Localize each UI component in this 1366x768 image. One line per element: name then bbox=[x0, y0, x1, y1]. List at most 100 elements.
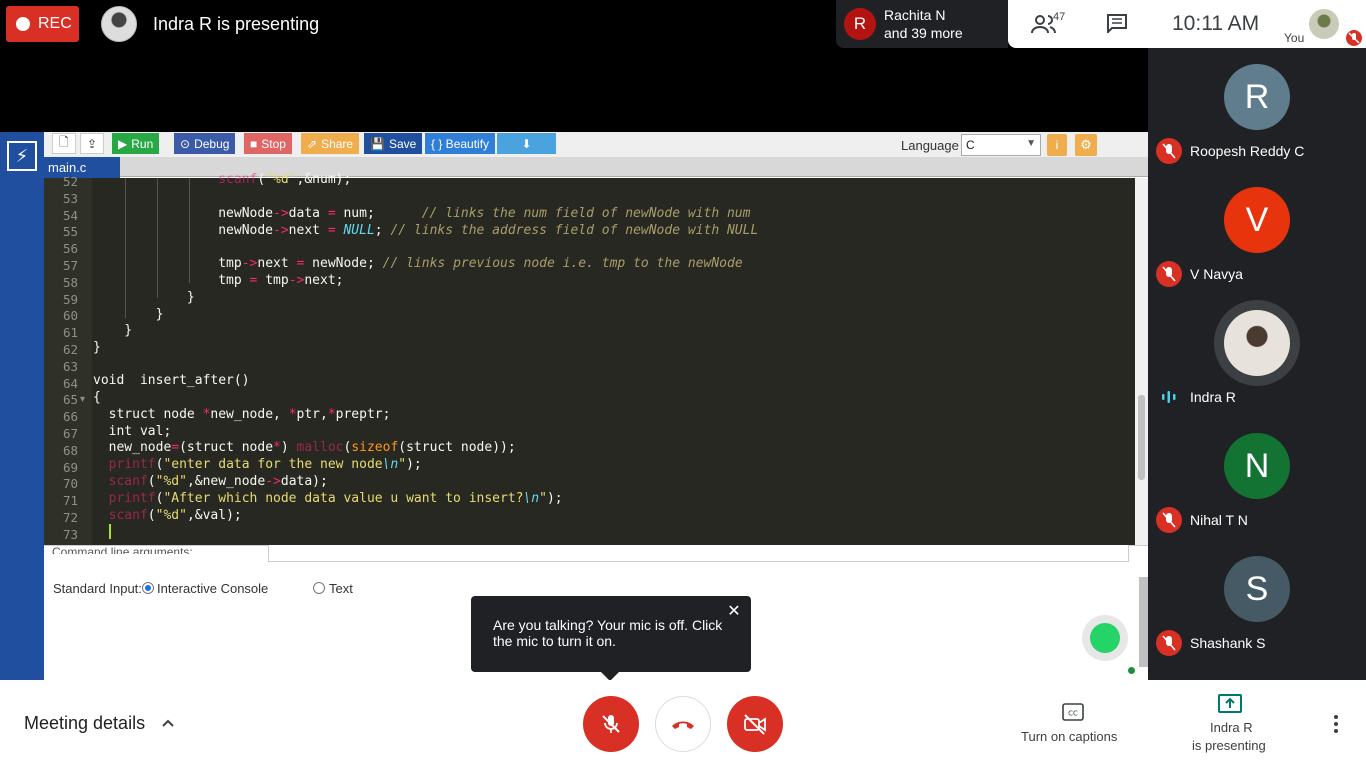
camera-toggle-button[interactable] bbox=[727, 696, 783, 752]
line-number: 60 bbox=[62, 308, 78, 324]
radio-text[interactable] bbox=[313, 582, 325, 594]
mic-off-icon bbox=[1156, 138, 1182, 164]
stop-button[interactable]: ■ Stop bbox=[244, 133, 292, 154]
gear-icon[interactable]: ⚙ bbox=[1075, 134, 1097, 156]
radio-interactive-console[interactable] bbox=[142, 582, 154, 594]
presenting-label-status[interactable]: is presenting bbox=[1192, 738, 1266, 753]
meeting-details-button[interactable]: Meeting details bbox=[24, 713, 145, 734]
speaking-icon bbox=[1162, 391, 1176, 403]
code-line: int val; bbox=[93, 424, 172, 439]
code-line: struct node *new_node, *ptr,*preptr; bbox=[93, 407, 391, 422]
participant-name: Roopesh Reddy C bbox=[1190, 143, 1305, 159]
run-button[interactable]: ▶ Run bbox=[112, 133, 160, 154]
you-label: You bbox=[1284, 31, 1305, 45]
code-line: } bbox=[93, 323, 133, 338]
code-line: tmp->next = newNode; // links previous n… bbox=[93, 256, 743, 271]
fold-arrow-icon[interactable]: ▾ bbox=[80, 394, 85, 405]
stop-icon: ■ bbox=[250, 136, 258, 151]
share-icon: ⇗ bbox=[307, 136, 318, 151]
lightning-icon[interactable]: ⚡ bbox=[7, 141, 37, 171]
code-line: } bbox=[93, 340, 101, 355]
line-number: 56 bbox=[62, 241, 78, 257]
save-icon: 💾 bbox=[370, 136, 385, 151]
beautify-label: { } Beautify bbox=[431, 136, 490, 151]
mic-off-icon bbox=[1156, 507, 1182, 533]
play-icon: ▶ bbox=[118, 136, 128, 151]
line-number: 58 bbox=[62, 274, 78, 290]
code-line: printf("After which node data value u wa… bbox=[108, 491, 563, 506]
mic-off-icon bbox=[1346, 30, 1362, 46]
participant-name: Shashank S bbox=[1190, 635, 1266, 651]
presenting-label-name[interactable]: Indra R bbox=[1210, 720, 1253, 735]
text-cursor bbox=[109, 524, 111, 539]
rachita-avatar: R bbox=[844, 8, 876, 40]
chat-icon[interactable] bbox=[1106, 13, 1128, 33]
stop-label: Stop bbox=[261, 136, 286, 151]
status-dot bbox=[1126, 665, 1137, 676]
self-avatar bbox=[1309, 9, 1339, 39]
code-line: } bbox=[93, 290, 195, 305]
indra-photo-avatar bbox=[1224, 310, 1290, 376]
close-icon[interactable]: ✕ bbox=[726, 604, 742, 620]
save-button[interactable]: 💾 Save bbox=[364, 133, 423, 154]
chevron-up-icon[interactable] bbox=[160, 715, 176, 731]
beautify-button[interactable]: { } Beautify bbox=[425, 133, 496, 154]
code-line: scanf("%d",&new_node->data); bbox=[108, 474, 328, 489]
line-number: 63 bbox=[62, 358, 78, 374]
mic-off-icon bbox=[1156, 261, 1182, 287]
editor-scrollbar[interactable] bbox=[1135, 178, 1148, 545]
mic-toggle-button[interactable] bbox=[583, 696, 639, 752]
svg-text:CC: CC bbox=[1068, 710, 1078, 718]
participant-name: Indra R bbox=[1190, 389, 1236, 405]
code-line: new_node=(struct node*) malloc(sizeof(st… bbox=[93, 440, 516, 455]
rec-label: REC bbox=[38, 15, 72, 32]
cmdline-input[interactable] bbox=[268, 545, 1129, 562]
text-option-label: Text bbox=[329, 581, 353, 596]
new-file-icon[interactable]: 🗋 bbox=[52, 133, 76, 154]
debug-icon: ⊙ bbox=[180, 136, 191, 151]
mic-off-icon bbox=[1156, 630, 1182, 656]
hang-up-icon bbox=[672, 721, 694, 729]
captions-icon[interactable]: CC bbox=[1062, 703, 1084, 721]
more-options-icon[interactable] bbox=[1329, 712, 1343, 736]
download-button[interactable]: ⬇ bbox=[497, 133, 556, 154]
cmdline-label: Command line arguments: bbox=[52, 545, 193, 554]
debug-label: Debug bbox=[194, 136, 230, 151]
captions-label[interactable]: Turn on captions bbox=[1021, 729, 1117, 744]
language-value: C bbox=[966, 138, 975, 152]
line-number: 72 bbox=[62, 510, 78, 525]
present-screen-icon[interactable] bbox=[1218, 694, 1242, 713]
mic-off-icon bbox=[602, 715, 620, 733]
code-line: scanf("%d",&val); bbox=[108, 508, 242, 523]
language-label: Language bbox=[901, 138, 959, 153]
language-select[interactable]: C ▼ bbox=[961, 134, 1041, 156]
participant-name: V Navya bbox=[1190, 266, 1243, 282]
info-icon[interactable]: i bbox=[1047, 134, 1067, 156]
stdin-label: Standard Input: bbox=[53, 581, 142, 596]
participant-avatar: S bbox=[1224, 556, 1290, 622]
upload-icon[interactable]: ⇪ bbox=[80, 133, 105, 154]
line-number: 55 bbox=[62, 224, 78, 240]
line-number: 65 bbox=[62, 392, 78, 408]
io-scrollbar[interactable] bbox=[1139, 577, 1148, 667]
presenter-avatar bbox=[101, 6, 137, 42]
line-number: 67 bbox=[62, 426, 78, 441]
presenter-status: Indra R is presenting bbox=[153, 14, 320, 34]
line-number: 53 bbox=[62, 190, 78, 206]
leave-call-button[interactable] bbox=[655, 696, 711, 752]
interactive-console-label: Interactive Console bbox=[157, 581, 269, 596]
debug-button[interactable]: ⊙ Debug bbox=[174, 133, 236, 154]
people-count: 47 bbox=[1053, 11, 1066, 23]
participant-avatar: V bbox=[1224, 187, 1290, 253]
chat-bubble-icon[interactable] bbox=[1090, 623, 1120, 653]
editor-scroll-thumb[interactable] bbox=[1138, 395, 1145, 480]
line-number: 57 bbox=[62, 258, 78, 273]
participant-avatar: N bbox=[1224, 433, 1290, 499]
code-line: { bbox=[93, 390, 101, 405]
download-icon: ⬇ bbox=[521, 136, 532, 151]
share-button[interactable]: ⇗ Share bbox=[301, 133, 360, 154]
code-line: scanf("%d",&num); bbox=[218, 172, 352, 187]
participant-name: Nihal T N bbox=[1190, 512, 1248, 528]
line-number: 71 bbox=[62, 493, 78, 509]
line-number: 69 bbox=[62, 459, 78, 475]
